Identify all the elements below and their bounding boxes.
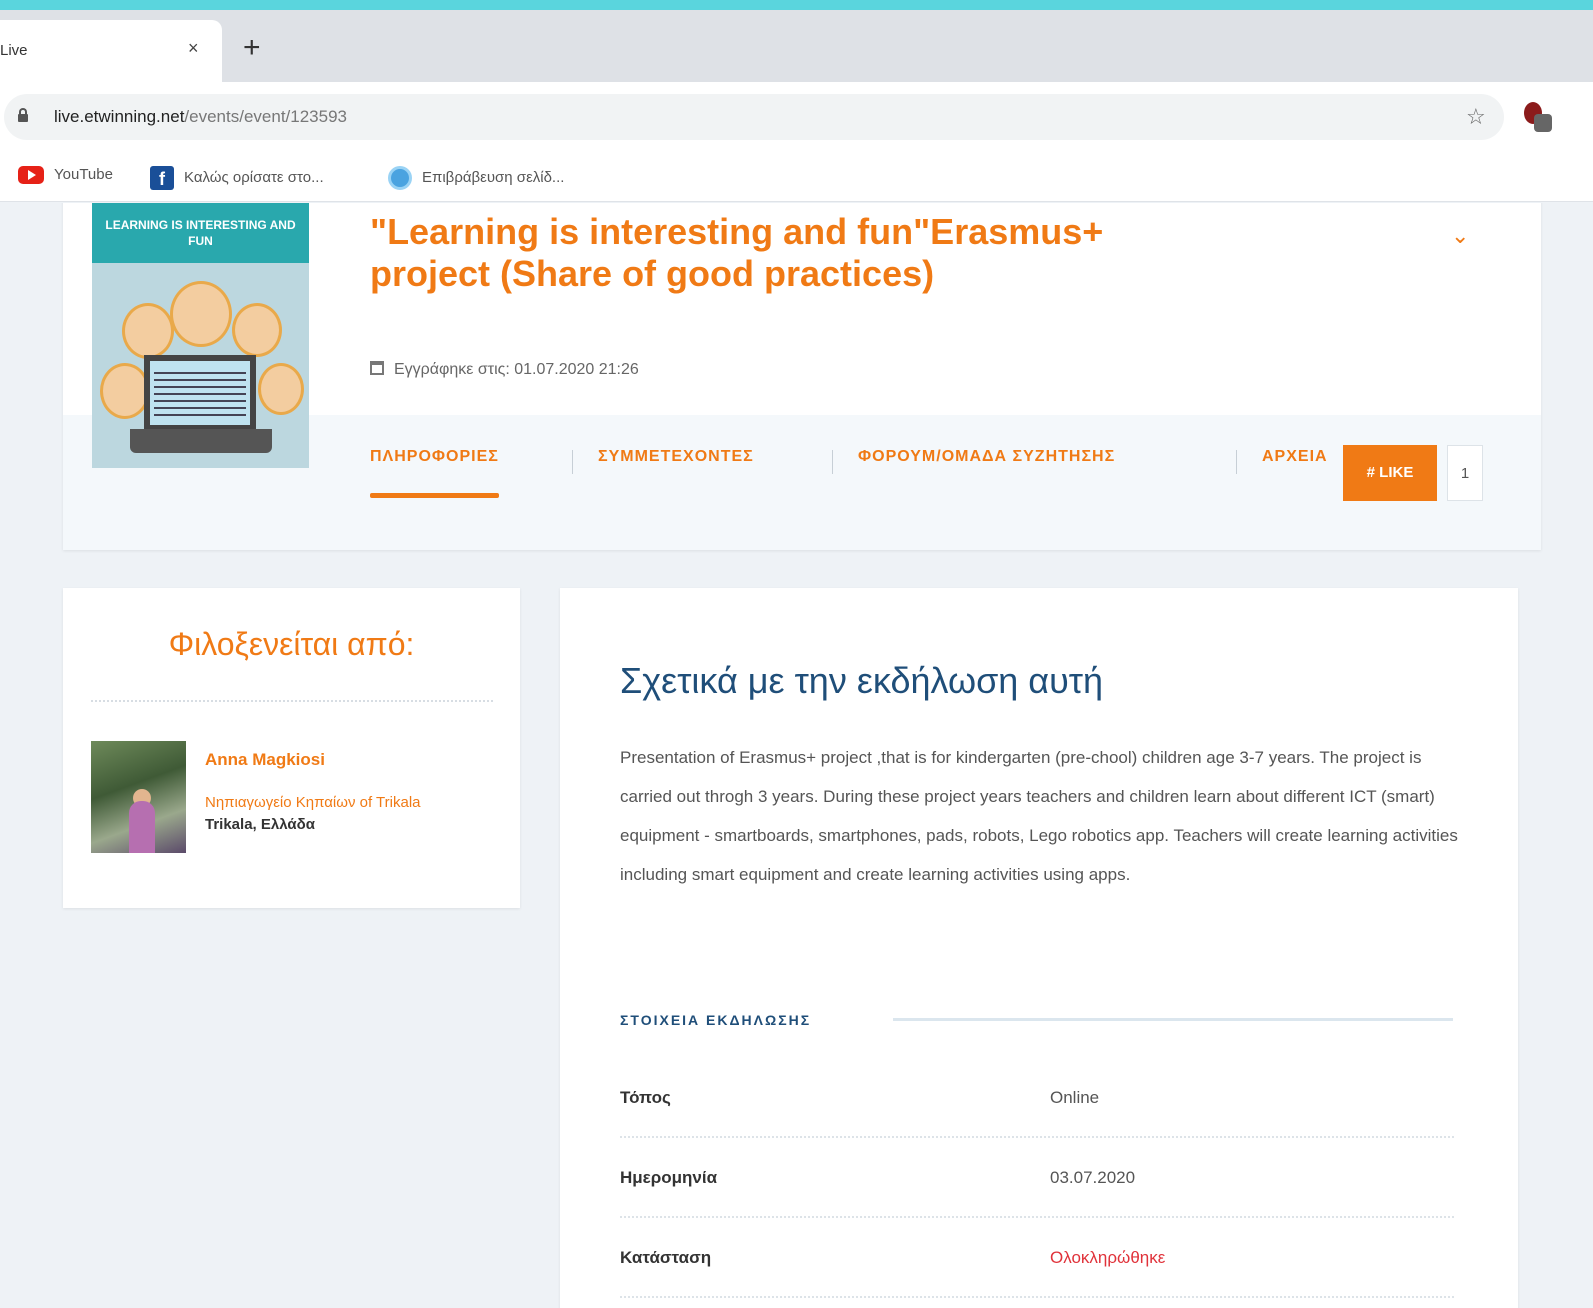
detail-value: 03.07.2020 xyxy=(1050,1168,1136,1187)
about-description: Presentation of Erasmus+ project ,that i… xyxy=(620,748,1458,884)
new-tab-icon[interactable]: + xyxy=(243,33,261,63)
event-header-card: LEARNING IS INTERESTING AND FUN "Learnin… xyxy=(63,203,1541,550)
event-title: "Learning is interesting and fun"Erasmus… xyxy=(370,211,1104,294)
avatar[interactable] xyxy=(91,741,186,853)
status-badge: Ολοκληρώθηκε xyxy=(1050,1248,1166,1267)
bookmark-globe[interactable]: Επιβράβευση σελίδ... xyxy=(388,166,564,190)
details-heading: ΣΤΟΙΧΕΙΑ ΕΚΔΗΛΩΣΗΣ xyxy=(620,1012,812,1028)
detail-key: Τόπος xyxy=(620,1088,671,1107)
host-school-link[interactable]: Νηπιαγωγείο Κηπαίων of Trikala xyxy=(205,794,421,811)
page-content: LEARNING IS INTERESTING AND FUN "Learnin… xyxy=(0,203,1593,1308)
tab-separator xyxy=(1236,450,1237,474)
bookmark-youtube[interactable]: YouTube xyxy=(18,166,113,190)
tab-forum[interactable]: ΦΟΡΟΥΜ/ΟΜΑΔΑ ΣΥΖΗΤΗΣΗΣ xyxy=(858,448,1115,498)
detail-row-place: Τόπος Online xyxy=(620,1058,1454,1138)
close-tab-icon[interactable]: × xyxy=(188,38,199,59)
tab-participants[interactable]: ΣΥΜΜΕΤΕΧΟΝΤΕΣ xyxy=(598,448,754,498)
host-location: Trikala, Ελλάδα xyxy=(205,816,315,833)
calendar-icon xyxy=(370,361,384,375)
lock-icon[interactable] xyxy=(18,108,28,122)
bookmark-star-icon[interactable]: ☆ xyxy=(1466,104,1486,130)
browser-tab[interactable]: Live × xyxy=(0,20,222,82)
about-card: Σχετικά με την εκδήλωση αυτή Presentatio… xyxy=(560,588,1518,1308)
detail-row-date: Ημερομηνία 03.07.2020 xyxy=(620,1138,1454,1218)
divider xyxy=(893,1018,1453,1021)
detail-key: Ημερομηνία xyxy=(620,1168,718,1187)
registered-date: Εγγράφηκε στις: 01.07.2020 21:26 xyxy=(370,361,639,379)
host-heading: Φιλοξενείται από: xyxy=(168,626,415,662)
event-thumbnail: LEARNING IS INTERESTING AND FUN xyxy=(92,203,309,468)
facebook-icon: f xyxy=(150,166,174,190)
host-card: Φιλοξενείται από: Anna Magkiosi Νηπιαγωγ… xyxy=(63,588,520,908)
youtube-icon xyxy=(18,166,44,185)
address-bar[interactable]: live.etwinning.net/events/event/123593 ☆ xyxy=(4,94,1504,140)
window-top-bar xyxy=(0,0,1593,10)
divider xyxy=(91,700,493,702)
browser-toolbar: live.etwinning.net/events/event/123593 ☆ xyxy=(0,82,1593,152)
host-name-link[interactable]: Anna Magkiosi xyxy=(205,750,325,770)
tab-info[interactable]: ΠΛΗΡΟΦΟΡΙΕΣ xyxy=(370,448,499,498)
detail-value: Online xyxy=(1050,1088,1100,1107)
tab-separator xyxy=(832,450,833,474)
like-button[interactable]: # LIKE xyxy=(1343,445,1437,501)
detail-row-status: Κατάσταση Ολοκληρώθηκε xyxy=(620,1218,1454,1298)
detail-key: Κατάσταση xyxy=(620,1248,712,1267)
chevron-down-icon[interactable]: ⌄ xyxy=(1451,223,1469,249)
tab-title: Live xyxy=(0,42,28,59)
bookmark-facebook[interactable]: f Καλώς ορίσατε στο... xyxy=(150,166,324,190)
globe-icon xyxy=(388,166,412,190)
like-count: 1 xyxy=(1447,445,1483,501)
tab-files[interactable]: ΑΡΧΕΙΑ xyxy=(1262,448,1328,498)
tab-separator xyxy=(572,450,573,474)
bookmarks-bar: YouTube f Καλώς ορίσατε στο... Επιβράβευσ… xyxy=(0,152,1593,202)
tab-strip: Live × + xyxy=(0,10,1593,82)
extension-icon[interactable] xyxy=(1522,100,1552,134)
about-heading: Σχετικά με την εκδήλωση αυτή xyxy=(620,660,1104,701)
url-text[interactable]: live.etwinning.net/events/event/123593 xyxy=(54,107,347,127)
